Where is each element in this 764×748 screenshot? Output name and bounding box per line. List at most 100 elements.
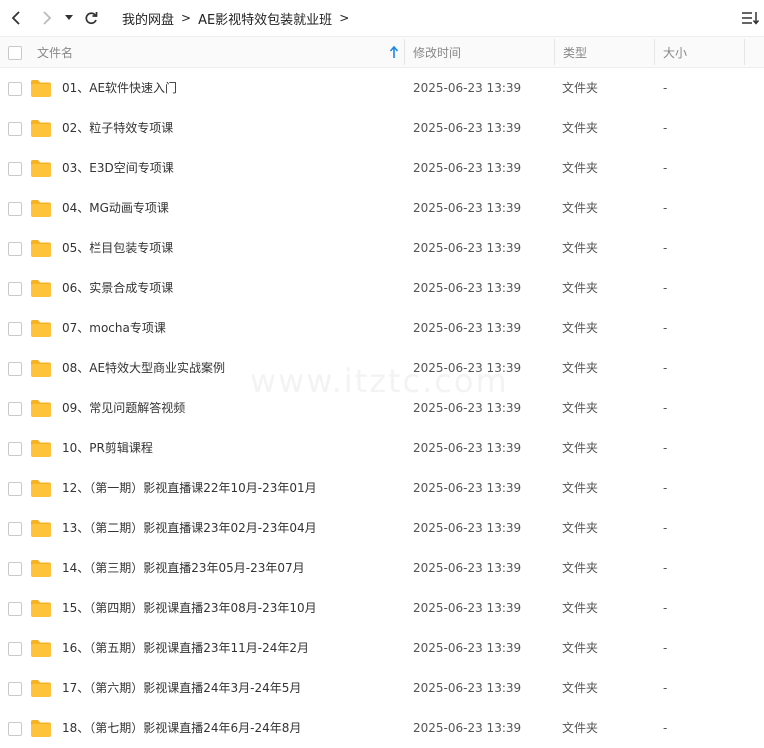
row-checkbox[interactable] — [8, 122, 22, 136]
row-checkbox[interactable] — [8, 482, 22, 496]
folder-icon — [31, 320, 51, 337]
file-name[interactable]: 17、（第六期）影视课直播24年3月-24年5月 — [62, 668, 301, 708]
table-row[interactable]: 07、mocha专项课 2025-06-23 13:39 文件夹 - — [0, 308, 764, 348]
breadcrumb-separator: > — [339, 11, 350, 25]
file-modified-time: 2025-06-23 13:39 — [413, 321, 522, 335]
file-size: - — [663, 121, 668, 135]
row-checkbox[interactable] — [8, 362, 22, 376]
table-row[interactable]: 14、（第三期）影视直播23年05月-23年07月 2025-06-23 13:3… — [0, 548, 764, 588]
file-size: - — [663, 561, 668, 575]
folder-icon — [31, 360, 51, 377]
file-name[interactable]: 15、（第四期）影视课直播23年08月-23年10月 — [62, 588, 317, 628]
forward-button[interactable] — [37, 8, 57, 28]
file-name[interactable]: 02、粒子特效专项课 — [62, 108, 173, 148]
file-name[interactable]: 08、AE特效大型商业实战案例 — [62, 348, 225, 388]
row-checkbox[interactable] — [8, 442, 22, 456]
table-row[interactable]: 02、粒子特效专项课 2025-06-23 13:39 文件夹 - — [0, 108, 764, 148]
breadcrumb-item-root[interactable]: 我的网盘 — [122, 9, 174, 28]
file-modified-time: 2025-06-23 13:39 — [413, 521, 522, 535]
folder-icon — [31, 720, 51, 737]
table-row[interactable]: 10、PR剪辑课程 2025-06-23 13:39 文件夹 - — [0, 428, 764, 468]
table-row[interactable]: 04、MG动画专项课 2025-06-23 13:39 文件夹 - — [0, 188, 764, 228]
file-modified-time: 2025-06-23 13:39 — [413, 601, 522, 615]
file-modified-time: 2025-06-23 13:39 — [413, 281, 522, 295]
history-dropdown-button[interactable] — [62, 8, 76, 28]
table-row[interactable]: 16、（第五期）影视课直播23年11月-24年2月 2025-06-23 13:3… — [0, 628, 764, 668]
row-checkbox[interactable] — [8, 642, 22, 656]
row-checkbox[interactable] — [8, 402, 22, 416]
table-row[interactable]: 05、栏目包装专项课 2025-06-23 13:39 文件夹 - — [0, 228, 764, 268]
column-modified[interactable]: 修改时间 — [413, 37, 461, 67]
row-checkbox[interactable] — [8, 602, 22, 616]
sort-list-icon — [742, 12, 759, 25]
file-name[interactable]: 10、PR剪辑课程 — [62, 428, 153, 468]
file-type: 文件夹 — [562, 441, 599, 455]
file-modified-time: 2025-06-23 13:39 — [413, 481, 522, 495]
column-divider[interactable] — [744, 39, 745, 65]
row-checkbox[interactable] — [8, 682, 22, 696]
table-row[interactable]: 08、AE特效大型商业实战案例 2025-06-23 13:39 文件夹 - — [0, 348, 764, 388]
file-name[interactable]: 14、（第三期）影视直播23年05月-23年07月 — [62, 548, 305, 588]
column-header: 文件名 修改时间 类型 大小 — [0, 36, 764, 68]
row-checkbox[interactable] — [8, 202, 22, 216]
folder-icon — [31, 440, 51, 457]
file-name[interactable]: 04、MG动画专项课 — [62, 188, 169, 228]
column-size[interactable]: 大小 — [663, 37, 687, 67]
caret-down-icon — [65, 15, 73, 20]
row-checkbox[interactable] — [8, 522, 22, 536]
table-row[interactable]: 09、常见问题解答视频 2025-06-23 13:39 文件夹 - — [0, 388, 764, 428]
file-name[interactable]: 05、栏目包装专项课 — [62, 228, 173, 268]
sort-up-arrow-icon[interactable] — [389, 45, 399, 59]
row-checkbox[interactable] — [8, 162, 22, 176]
file-name[interactable]: 12、（第一期）影视直播课22年10月-23年01月 — [62, 468, 317, 508]
table-row[interactable]: 01、AE软件快速入门 2025-06-23 13:39 文件夹 - — [0, 68, 764, 108]
table-row[interactable]: 17、（第六期）影视课直播24年3月-24年5月 2025-06-23 13:39… — [0, 668, 764, 708]
column-divider[interactable] — [554, 39, 555, 65]
row-checkbox[interactable] — [8, 322, 22, 336]
file-type: 文件夹 — [562, 601, 599, 615]
folder-icon — [31, 480, 51, 497]
file-type: 文件夹 — [562, 81, 599, 95]
file-size: - — [663, 641, 668, 655]
file-name[interactable]: 16、（第五期）影视课直播23年11月-24年2月 — [62, 628, 309, 668]
toolbar: 我的网盘 > AE影视特效包装就业班 > — [0, 0, 764, 36]
file-name[interactable]: 18、（第七期）影视课直播24年6月-24年8月 — [62, 708, 301, 748]
table-row[interactable]: 18、（第七期）影视课直播24年6月-24年8月 2025-06-23 13:39… — [0, 708, 764, 748]
file-modified-time: 2025-06-23 13:39 — [413, 201, 522, 215]
table-row[interactable]: 15、（第四期）影视课直播23年08月-23年10月 2025-06-23 13:… — [0, 588, 764, 628]
table-row[interactable]: 13、（第二期）影视直播课23年02月-23年04月 2025-06-23 13:… — [0, 508, 764, 548]
file-name[interactable]: 13、（第二期）影视直播课23年02月-23年04月 — [62, 508, 317, 548]
column-divider[interactable] — [654, 39, 655, 65]
file-size: - — [663, 521, 668, 535]
file-size: - — [663, 361, 668, 375]
file-name[interactable]: 09、常见问题解答视频 — [62, 388, 185, 428]
row-checkbox[interactable] — [8, 562, 22, 576]
column-type[interactable]: 类型 — [563, 37, 587, 67]
file-size: - — [663, 281, 668, 295]
row-checkbox[interactable] — [8, 722, 22, 736]
row-checkbox[interactable] — [8, 282, 22, 296]
row-checkbox[interactable] — [8, 82, 22, 96]
file-name[interactable]: 01、AE软件快速入门 — [62, 68, 177, 108]
file-name[interactable]: 06、实景合成专项课 — [62, 268, 173, 308]
table-row[interactable]: 12、（第一期）影视直播课22年10月-23年01月 2025-06-23 13:… — [0, 468, 764, 508]
breadcrumb-item-current[interactable]: AE影视特效包装就业班 — [198, 9, 332, 28]
file-size: - — [663, 321, 668, 335]
file-name[interactable]: 07、mocha专项课 — [62, 308, 166, 348]
file-modified-time: 2025-06-23 13:39 — [413, 641, 522, 655]
file-name[interactable]: 03、E3D空间专项课 — [62, 148, 174, 188]
breadcrumb: 我的网盘 > AE影视特效包装就业班 > — [122, 0, 356, 36]
column-divider[interactable] — [404, 39, 405, 65]
file-size: - — [663, 601, 668, 615]
table-row[interactable]: 03、E3D空间专项课 2025-06-23 13:39 文件夹 - — [0, 148, 764, 188]
column-name[interactable]: 文件名 — [37, 37, 73, 67]
file-type: 文件夹 — [562, 361, 599, 375]
sort-view-button[interactable] — [740, 8, 760, 28]
refresh-button[interactable] — [82, 8, 100, 28]
table-row[interactable]: 06、实景合成专项课 2025-06-23 13:39 文件夹 - — [0, 268, 764, 308]
select-all-checkbox[interactable] — [8, 46, 22, 60]
back-button[interactable] — [6, 8, 26, 28]
file-modified-time: 2025-06-23 13:39 — [413, 441, 522, 455]
row-checkbox[interactable] — [8, 242, 22, 256]
file-type: 文件夹 — [562, 321, 599, 335]
